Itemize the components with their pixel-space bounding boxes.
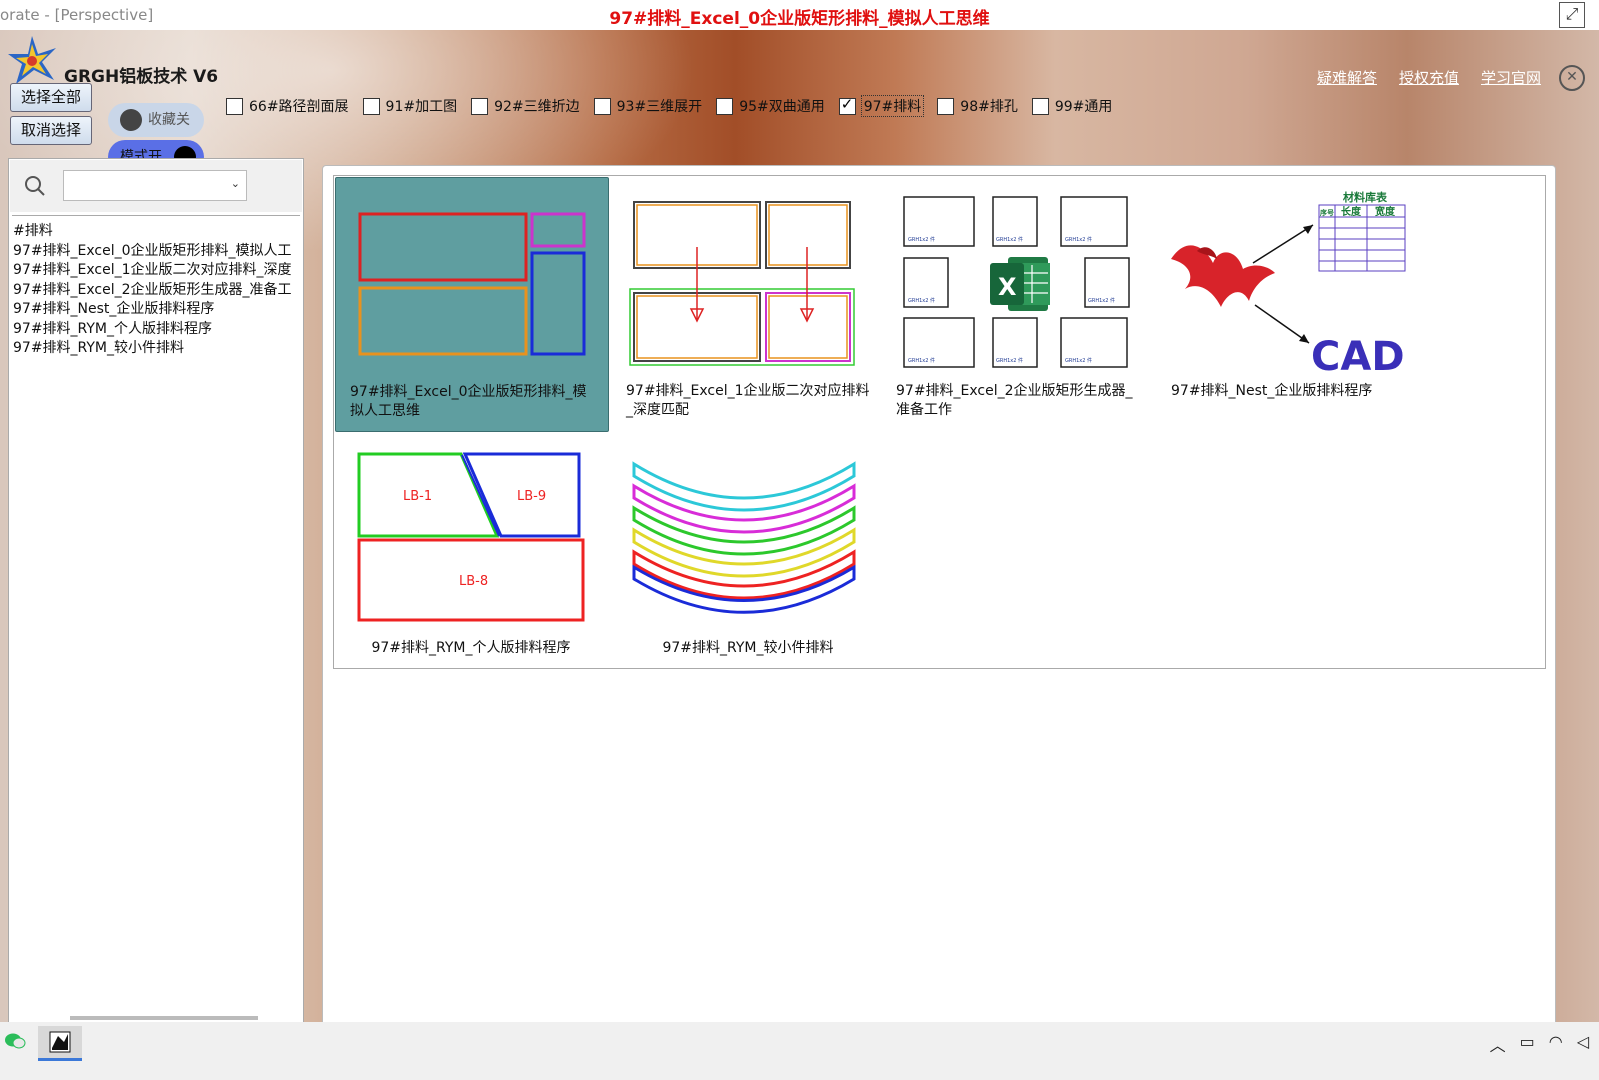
wechat-icon[interactable] [4,1030,26,1052]
filter-93[interactable]: 93#三维展开 [593,96,702,116]
filter-99[interactable]: 99#通用 [1031,96,1112,116]
checkbox[interactable] [593,97,611,115]
panel-label: GRH1x2 件 [908,357,935,364]
list-item[interactable]: 97#排料_RYM_个人版排料程序 [12,320,300,340]
checkbox[interactable] [716,97,734,115]
list-item[interactable]: 97#排料_Excel_1企业版二次对应排料_深度 [12,261,300,281]
category-filters: 66#路径剖面展 91#加工图 92#三维折边 93#三维展开 95#双曲通用 … [226,95,1112,117]
document-title: 97#排料_Excel_0企业版矩形排料_模拟人工思维 [609,9,990,29]
horizontal-scrollbar[interactable] [70,1016,258,1020]
chevron-down-icon[interactable]: ⌄ [231,177,240,190]
thumbnail-rym-panels-icon: LB-1 LB-9 LB-8 [357,452,585,622]
search-combobox[interactable]: ⌄ [63,170,247,201]
thumbnail-excel-generator-icon: GRH1x2 件 GRH1x2 件 GRH1x2 件 GRH1x2 件 GRH1… [903,196,1130,368]
tile-caption: 97#排料_Nest_企业版排料程序 [1171,383,1373,399]
taskbar-app-rhino[interactable] [38,1026,82,1061]
excel-letter: X [998,273,1017,301]
panel-label: LB-1 [403,489,432,504]
search-row: ⌄ [10,160,302,212]
favorites-toggle[interactable]: 收藏关 [108,103,204,137]
filter-92[interactable]: 92#三维折边 [471,96,580,116]
search-icon[interactable] [24,175,46,197]
panel-label: LB-8 [459,574,488,589]
tile-rym-small[interactable]: 97#排料_RYM_较小件排料 [612,434,884,687]
panel-label: GRH1x2 件 [996,357,1023,364]
top-links: 疑难解答 授权充值 学习官网 [1317,67,1541,88]
list-item[interactable]: 97#排料_Nest_企业版排料程序 [12,300,300,320]
title-bar: orate - [Perspective] 97#排料_Excel_0企业版矩形… [0,0,1599,30]
system-tray: ︿ ▭ ◠ ◁ [1490,1032,1589,1056]
thumbnail-gallery: 97#排料_Excel_0企业版矩形排料_模拟人工思维 97#排料_Excel_… [333,175,1546,669]
panel-label: GRH1x2 件 [1065,357,1092,364]
chevron-up-icon[interactable]: ︿ [1490,1032,1506,1056]
thumbnail-matching-icon [629,201,855,366]
toggle-knob-icon [120,109,142,131]
taskbar: ︿ ▭ ◠ ◁ [0,1022,1599,1080]
program-list[interactable]: #排料 97#排料_Excel_0企业版矩形排料_模拟人工 97#排料_Exce… [12,215,300,1036]
wifi-icon[interactable]: ◠ [1549,1032,1563,1056]
filter-97[interactable]: 97#排料 [838,95,925,117]
checkbox[interactable] [362,97,380,115]
program-list-panel: ⌄ #排料 97#排料_Excel_0企业版矩形排料_模拟人工 97#排料_Ex… [8,158,304,1046]
tile-excel-1[interactable]: 97#排料_Excel_1企业版二次对应排料_深度匹配 [612,177,884,430]
list-item[interactable]: 97#排料_RYM_较小件排料 [12,339,300,359]
checkbox[interactable] [1031,97,1049,115]
thumbnail-nest-cad-icon: 材料库表 序号 长度 宽度 CAD [1171,190,1406,377]
table-header: 序号 [1319,208,1334,217]
table-header: 长度 [1341,205,1362,218]
tile-caption: 97#排料_RYM_个人版排料程序 [371,640,571,656]
select-all-button[interactable]: 选择全部 [10,83,93,112]
link-help[interactable]: 疑难解答 [1317,67,1377,88]
checkbox[interactable] [471,97,489,115]
table-title: 材料库表 [1343,190,1388,204]
battery-icon[interactable]: ▭ [1520,1032,1535,1056]
app-logo-icon [8,36,56,84]
tile-caption: 97#排料_Excel_0企业版矩形排料_模拟人工思维 [350,384,587,419]
filter-91[interactable]: 91#加工图 [362,96,457,116]
link-license[interactable]: 授权充值 [1399,67,1459,88]
link-website[interactable]: 学习官网 [1481,67,1541,88]
list-item[interactable]: #排料 [12,222,300,242]
tile-caption: 97#排料_Excel_2企业版矩形生成器_准备工作 [896,383,1133,418]
checkbox[interactable] [937,97,955,115]
panel-label: GRH1x2 件 [1065,236,1092,243]
panel-label: LB-9 [517,489,546,504]
filter-95[interactable]: 95#双曲通用 [716,96,825,116]
filter-98[interactable]: 98#排孔 [937,96,1018,116]
list-item[interactable]: 97#排料_Excel_2企业版矩形生成器_准备工 [12,281,300,301]
tile-rym-personal[interactable]: LB-1 LB-9 LB-8 97#排料_RYM_个人版排料程序 [335,434,607,687]
tile-excel-0[interactable]: 97#排料_Excel_0企业版矩形排料_模拟人工思维 [335,177,609,432]
speaker-icon[interactable]: ◁ [1577,1032,1589,1056]
panel-label: GRH1x2 件 [908,236,935,243]
thumbnail-curved-strips-icon [632,461,856,614]
favorites-toggle-label: 收藏关 [148,112,190,128]
panel-label: GRH1x2 件 [908,297,935,304]
list-item[interactable]: 97#排料_Excel_0企业版矩形排料_模拟人工 [12,242,300,262]
checkbox[interactable] [226,97,243,115]
rhino-app-icon [49,1031,71,1053]
deselect-button[interactable]: 取消选择 [10,116,93,145]
tile-caption: 97#排料_Excel_1企业版二次对应排料_深度匹配 [626,383,870,418]
thumbnail-rect-nesting-icon [358,212,586,356]
panel-label: GRH1x2 件 [996,236,1023,243]
tile-nest[interactable]: 材料库表 序号 长度 宽度 CAD 97#排料_Nest_企业版排料程序 [1157,177,1429,430]
cad-label: CAD [1311,334,1405,377]
close-icon[interactable]: ✕ [1559,65,1585,91]
filter-66[interactable]: 66#路径剖面展 [226,96,349,116]
panel-label: GRH1x2 件 [1088,297,1115,304]
tile-excel-2[interactable]: GRH1x2 件 GRH1x2 件 GRH1x2 件 GRH1x2 件 GRH1… [882,177,1154,430]
checkbox-checked[interactable] [838,95,856,115]
maximize-icon[interactable]: ⤢ [1559,2,1585,28]
tile-caption: 97#排料_RYM_较小件排料 [662,640,834,656]
table-header: 宽度 [1374,205,1396,218]
